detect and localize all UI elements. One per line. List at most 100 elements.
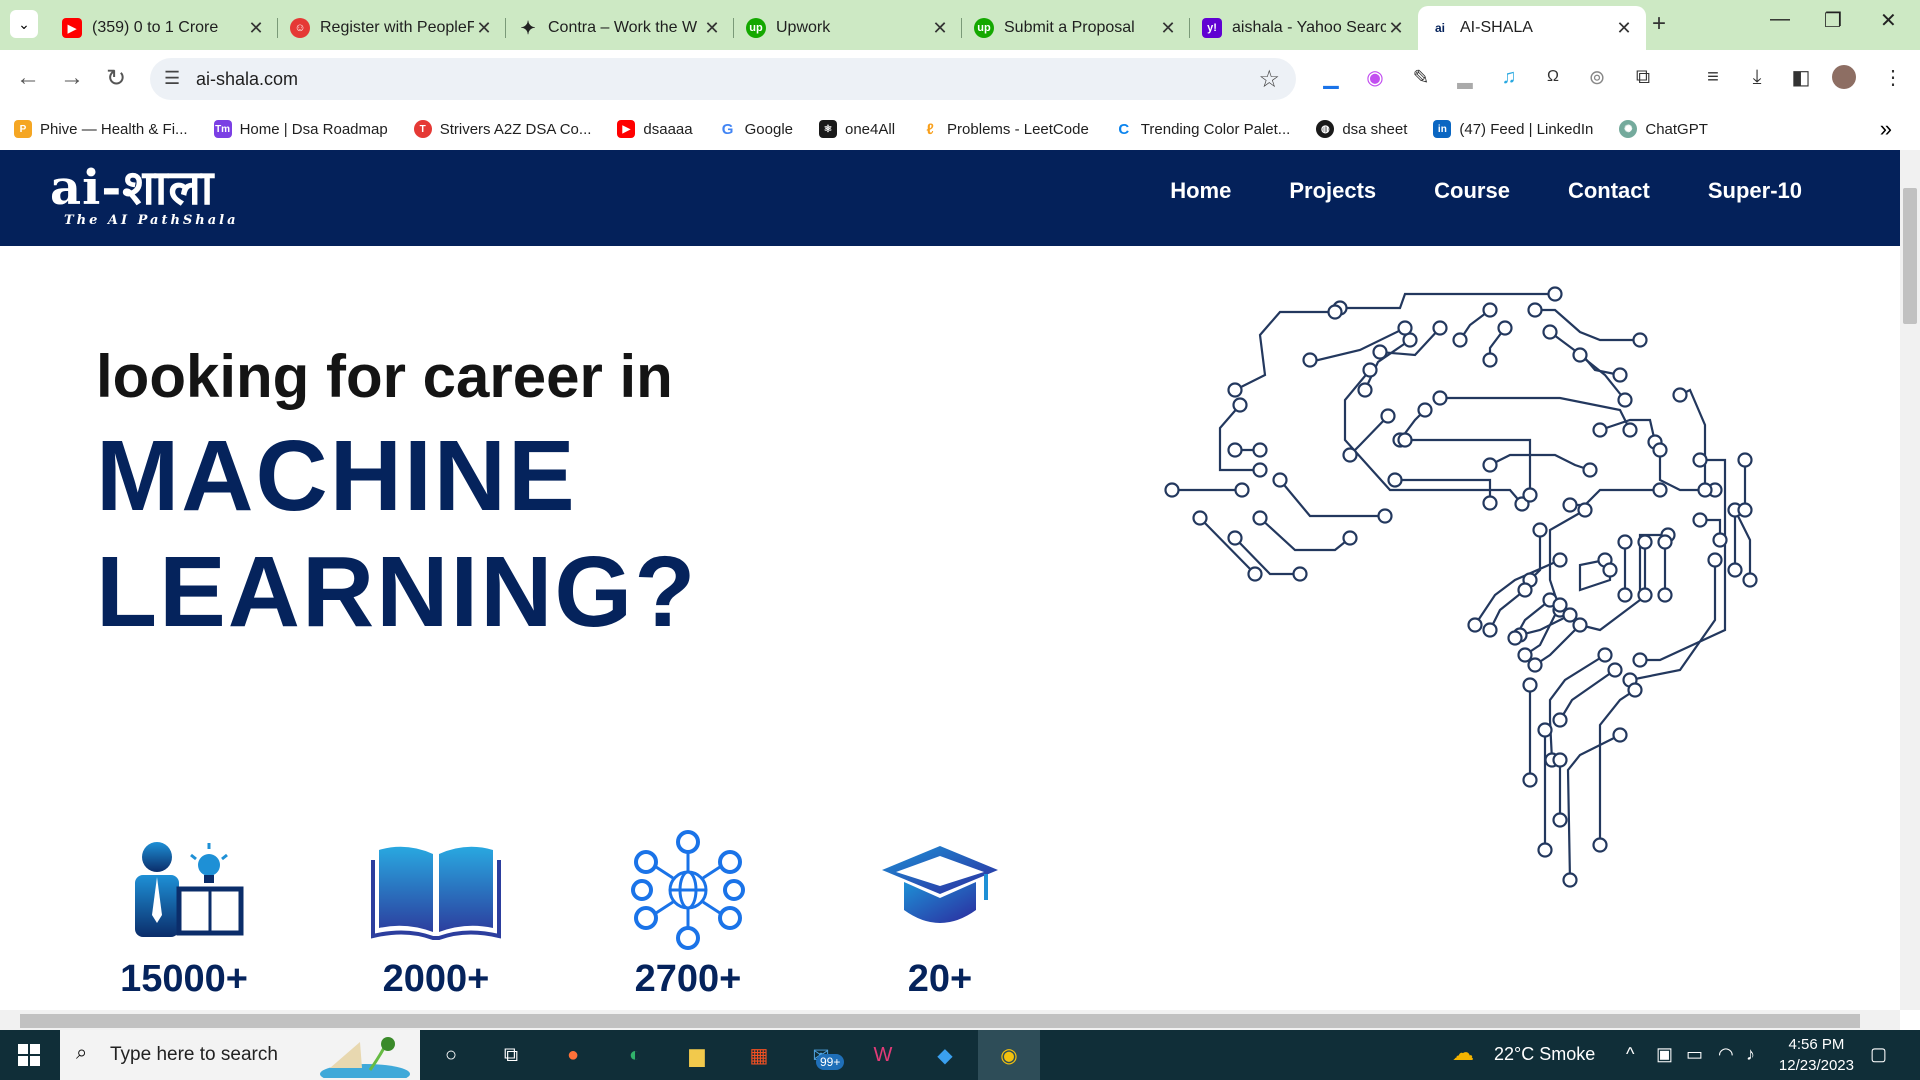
notifications-icon[interactable]: ▢: [1870, 1044, 1887, 1065]
site-logo[interactable]: ai-शाला The AI PathShala: [50, 154, 239, 228]
omega-icon[interactable]: Ω: [1540, 64, 1566, 90]
battery-icon[interactable]: ▭: [1686, 1044, 1703, 1065]
extension-minus-icon[interactable]: ▁: [1318, 64, 1344, 90]
microsoft-store-icon[interactable]: ▦: [744, 1040, 774, 1070]
bookmark-item[interactable]: ▶ dsaaaa: [617, 120, 693, 138]
cortana-icon[interactable]: ○: [436, 1040, 466, 1070]
nav-home[interactable]: Home: [1170, 178, 1231, 204]
system-clock[interactable]: 4:56 PM 12/23/2023: [1779, 1034, 1854, 1076]
bookmark-label: Phive — Health & Fi...: [40, 120, 188, 138]
vertical-scroll-thumb[interactable]: [1903, 188, 1917, 324]
download-icon[interactable]: ⤓: [1744, 64, 1770, 90]
windows-taskbar: ⌕ Type here to search ○ ⧉ ● ◐ ▆ ▦ ✉ 99+ …: [0, 1030, 1920, 1080]
chrome-taskbar-button[interactable]: ◉: [978, 1030, 1040, 1080]
tab-title: Upwork: [776, 19, 831, 36]
close-icon[interactable]: ✕: [930, 18, 950, 39]
restore-icon[interactable]: ❐: [1824, 8, 1842, 33]
forward-icon[interactable]: →: [60, 64, 84, 92]
nav-projects[interactable]: Projects: [1289, 178, 1376, 204]
bookmark-item[interactable]: Tm Home | Dsa Roadmap: [213, 120, 388, 138]
tab-search-button[interactable]: ⌄: [10, 10, 38, 38]
stat-students: 15000+: [84, 830, 284, 1001]
bookmark-item[interactable]: G Google: [718, 120, 793, 138]
bookmark-item[interactable]: C Trending Color Palet...: [1114, 120, 1290, 138]
weather-text[interactable]: 22°C Smoke: [1494, 1044, 1595, 1065]
nav-contact[interactable]: Contact: [1568, 178, 1650, 204]
hero-subtitle: looking for career in: [96, 343, 673, 410]
wps-office-icon[interactable]: W: [868, 1040, 898, 1070]
profile-avatar[interactable]: [1832, 65, 1856, 89]
copilot-icon[interactable]: ◉: [1362, 64, 1388, 90]
tab-aishala[interactable]: ai AI-SHALA ✕: [1418, 6, 1646, 50]
music-icon[interactable]: ♫: [1496, 64, 1522, 90]
bookmark-item[interactable]: ℓ Problems - LeetCode: [921, 120, 1089, 138]
nav-super-10[interactable]: Super-10: [1708, 178, 1802, 204]
tab-title: Register with PeopleF: [320, 19, 474, 36]
tab-upwork[interactable]: up Upwork ✕: [734, 6, 962, 50]
bookmark-label: Problems - LeetCode: [947, 120, 1089, 138]
file-explorer-icon[interactable]: ▆: [682, 1040, 712, 1070]
tab-title: Submit a Proposal: [1004, 19, 1135, 36]
clock-time: 4:56 PM: [1788, 1036, 1845, 1053]
bookmark-item[interactable]: P Phive — Health & Fi...: [14, 120, 188, 138]
tab-youtube[interactable]: ▶ (359) 0 to 1 Crore ✕: [50, 6, 278, 50]
url-text[interactable]: ai-shala.com: [196, 69, 298, 90]
tab-peoplef[interactable]: ☺ Register with PeopleF ✕: [278, 6, 506, 50]
nav-course[interactable]: Course: [1434, 178, 1510, 204]
bookmark-item[interactable]: in (47) Feed | LinkedIn: [1433, 120, 1593, 138]
firefox-icon[interactable]: ●: [558, 1040, 588, 1070]
extensions-puzzle-icon[interactable]: ⧉: [1630, 64, 1656, 90]
signal-icon[interactable]: ▂: [1452, 64, 1478, 90]
close-icon[interactable]: ✕: [702, 18, 722, 39]
bookmark-star-icon[interactable]: ☆: [1258, 65, 1280, 94]
tab-strip: ⌄ ▶ (359) 0 to 1 Crore ✕ ☺ Register with…: [0, 0, 1920, 50]
windows-start-icon[interactable]: [18, 1044, 40, 1071]
close-icon[interactable]: ✕: [246, 18, 266, 39]
tray-chevron-icon[interactable]: ^: [1626, 1044, 1634, 1065]
tab-list: ▶ (359) 0 to 1 Crore ✕ ☺ Register with P…: [50, 6, 1646, 50]
graduation-cap-icon: [840, 830, 1040, 950]
extension-badge-icon[interactable]: ⊚: [1584, 64, 1610, 90]
bookmark-item[interactable]: ✺ ChatGPT: [1619, 120, 1708, 138]
bookmark-item[interactable]: T Strivers A2Z DSA Co...: [413, 120, 591, 138]
upwork-icon: up: [746, 18, 766, 38]
close-icon[interactable]: ✕: [1386, 18, 1406, 39]
back-icon[interactable]: ←: [16, 64, 40, 92]
volume-icon[interactable]: ♪: [1746, 1044, 1755, 1065]
close-icon[interactable]: ✕: [1158, 18, 1178, 39]
tuf-icon: T: [413, 120, 432, 138]
tab-submit-proposal[interactable]: up Submit a Proposal ✕: [962, 6, 1190, 50]
tab-title: (359) 0 to 1 Crore: [92, 19, 219, 36]
edge-icon[interactable]: ◐: [620, 1040, 650, 1070]
close-icon[interactable]: ✕: [1614, 18, 1634, 39]
side-panel-icon[interactable]: ◧: [1788, 64, 1814, 90]
address-bar[interactable]: ☰ ai-shala.com ☆: [150, 58, 1296, 100]
tab-contra[interactable]: ✦ Contra – Work the W ✕: [506, 6, 734, 50]
bookmark-item[interactable]: ⚛ one4All: [819, 120, 895, 138]
youtube-icon: ▶: [62, 18, 82, 38]
tab-yahoo[interactable]: y! aishala - Yahoo Searc ✕: [1190, 6, 1418, 50]
peoplef-icon: ☺: [290, 18, 310, 38]
task-view-icon[interactable]: ⧉: [496, 1040, 526, 1070]
menu-kebab-icon[interactable]: ⋮: [1880, 64, 1906, 90]
more-bookmarks-icon[interactable]: »: [1880, 116, 1892, 142]
media-queue-icon[interactable]: ≡: [1700, 64, 1726, 90]
wifi-icon[interactable]: ◠: [1718, 1044, 1734, 1065]
meet-now-icon[interactable]: ▣: [1656, 1044, 1673, 1065]
bookmark-label: Home | Dsa Roadmap: [239, 120, 388, 138]
bookmark-item[interactable]: ◍ dsa sheet: [1316, 120, 1407, 138]
close-icon[interactable]: ✕: [474, 18, 494, 39]
horizontal-scroll-thumb[interactable]: [20, 1014, 1860, 1028]
window-close-icon[interactable]: ✕: [1880, 8, 1897, 33]
minimize-icon[interactable]: —: [1770, 8, 1790, 31]
site-info-icon[interactable]: ☰: [164, 68, 180, 89]
search-icon: ⌕: [76, 1042, 88, 1064]
coolors-icon: C: [1114, 120, 1133, 138]
reload-icon[interactable]: ↻: [106, 64, 126, 93]
eyedropper-icon[interactable]: ✎: [1408, 64, 1434, 90]
taskbar-search-box[interactable]: ⌕ Type here to search: [60, 1030, 420, 1080]
vscode-icon[interactable]: ◆: [930, 1040, 960, 1070]
stat-number: 2700+: [634, 958, 742, 1000]
new-tab-button[interactable]: +: [1652, 10, 1666, 38]
browser-toolbar: ← → ↻ ☰ ai-shala.com ☆ ▁ ◉ ✎ ▂ ♫ Ω ⊚ ⧉ ≡…: [0, 50, 1920, 108]
